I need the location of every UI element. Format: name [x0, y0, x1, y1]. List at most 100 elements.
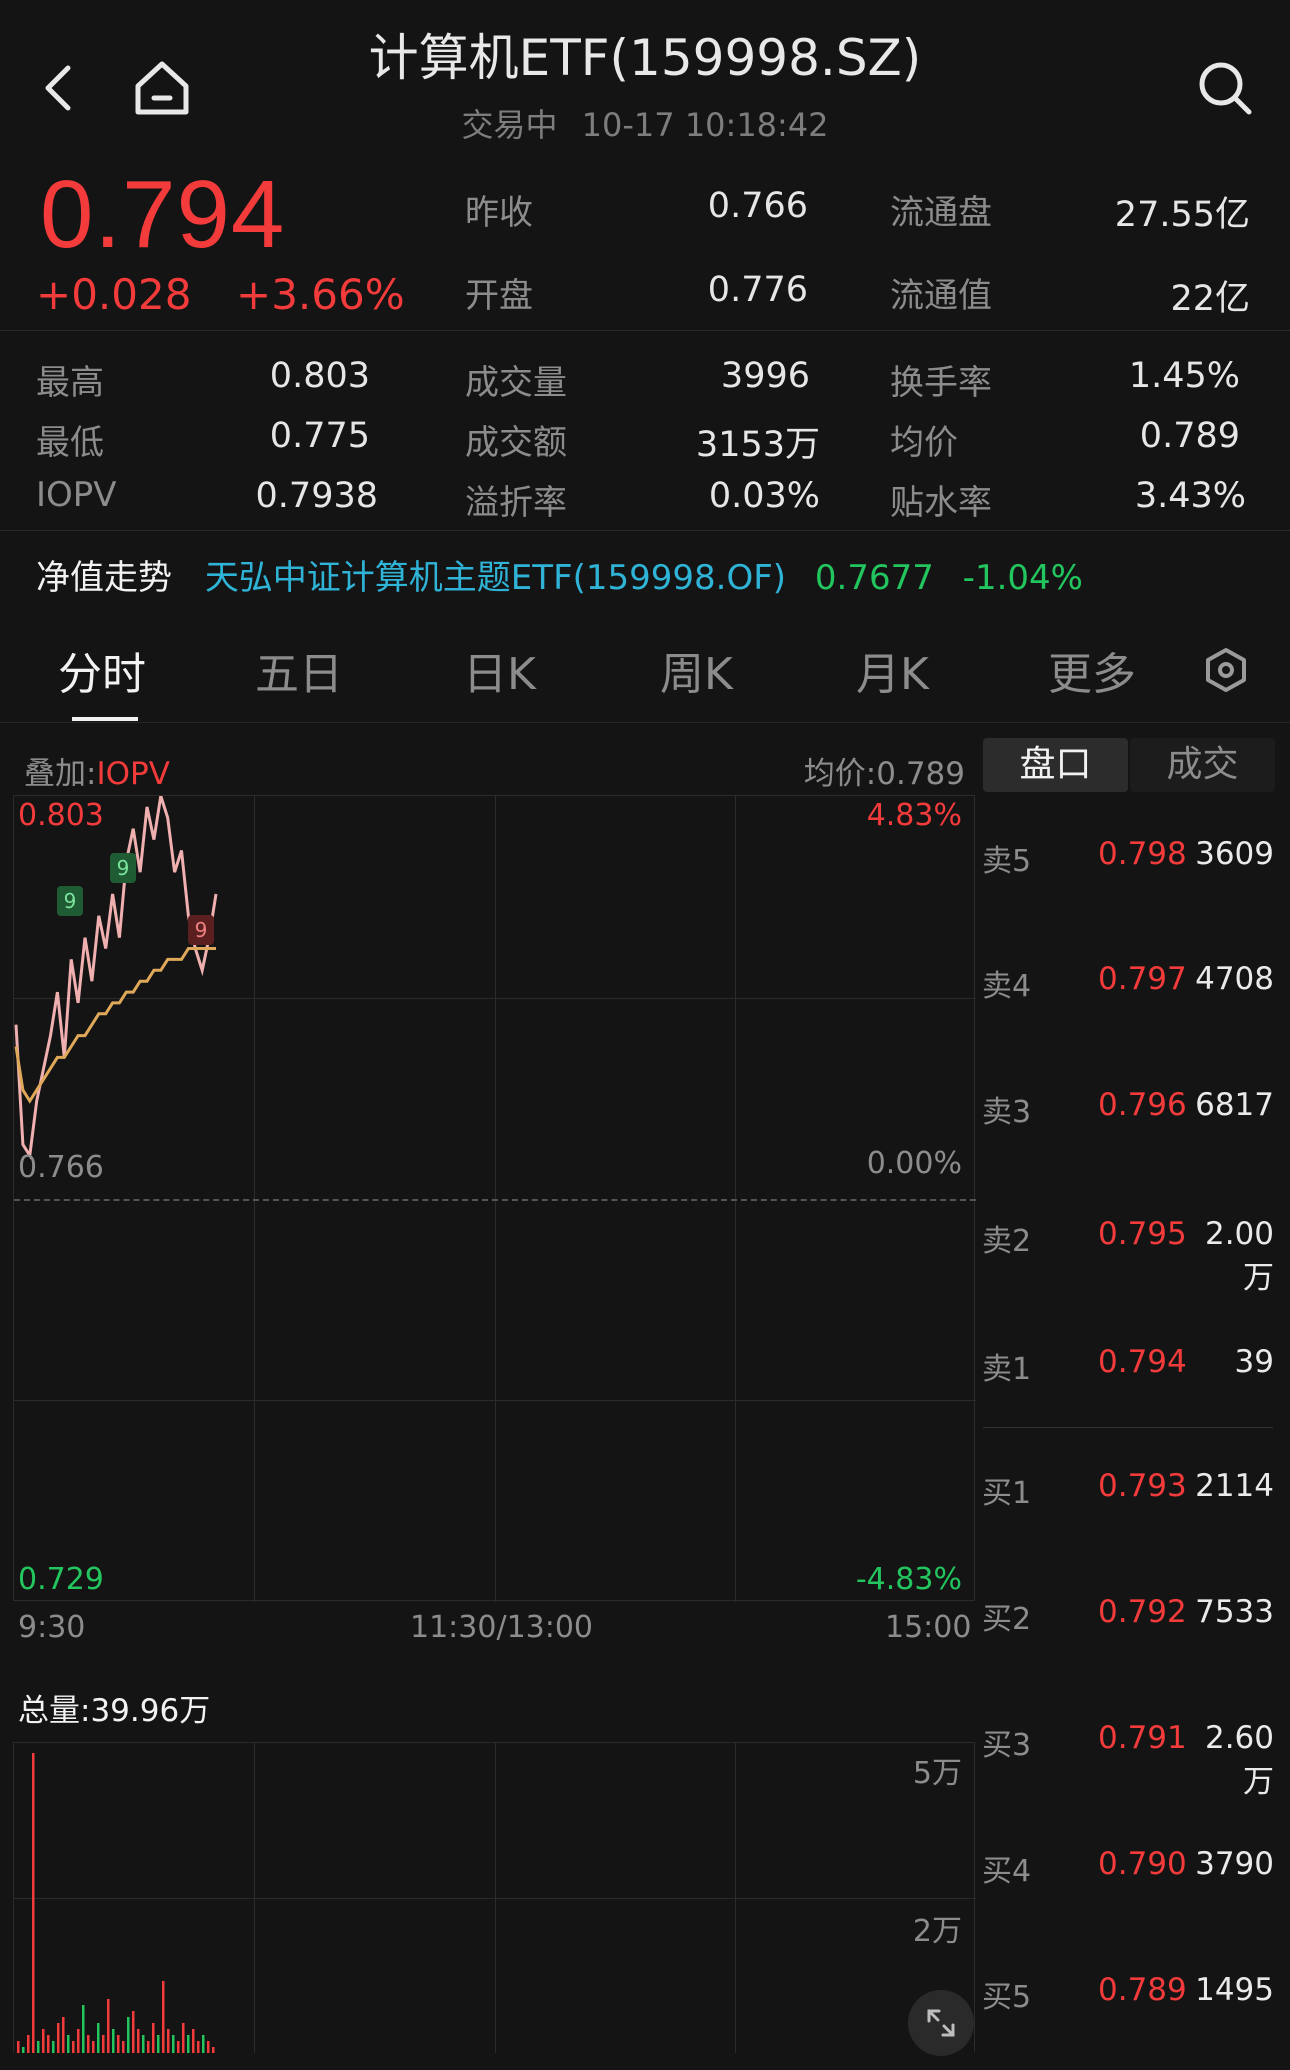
orderbook-row-buy[interactable]: 买3 0.791 2.60万	[982, 1720, 1278, 1800]
expand-chart-button[interactable]	[908, 1990, 974, 2056]
volume-bar	[27, 2035, 30, 2053]
volume-chart[interactable]	[13, 1742, 976, 2053]
stat-value-iopv: 0.7938	[255, 476, 378, 516]
orderbook-row-sell[interactable]: 卖5 0.798 3609	[982, 836, 1278, 879]
stat-label-iopv: IOPV	[36, 475, 117, 515]
pct-axis-mid: 0.00%	[866, 1146, 962, 1181]
orderbook-level-label: 买1	[982, 1476, 1032, 1511]
stat-label-volume: 成交量	[465, 363, 567, 403]
volume-bar	[207, 2041, 210, 2053]
price-chart[interactable]	[13, 795, 976, 1602]
pct-axis-top: 4.83%	[866, 798, 962, 833]
volume-bar	[92, 2041, 95, 2053]
orderbook-row-sell[interactable]: 卖1 0.794 39	[982, 1344, 1278, 1387]
tab-more[interactable]: 更多	[1048, 638, 1136, 702]
orderbook-volume: 4708	[1195, 961, 1274, 997]
orderbook-level-label: 买2	[982, 1602, 1032, 1637]
page-title: 计算机ETF(159998.SZ)	[368, 29, 922, 87]
signal-marker[interactable]: 9	[188, 915, 214, 945]
stat-label-avg-price: 均价	[890, 423, 958, 463]
orderbook-level-label: 买4	[982, 1854, 1032, 1889]
trading-status: 交易中	[461, 106, 558, 144]
tab-trades[interactable]: 成交	[1130, 738, 1275, 792]
search-button[interactable]	[1185, 48, 1265, 128]
x-axis-mid: 11:30/13:00	[410, 1610, 594, 1645]
overlay-label: 叠加:	[24, 756, 97, 792]
search-icon	[1199, 62, 1252, 115]
orderbook-row-buy[interactable]: 买2 0.792 7533	[982, 1594, 1278, 1637]
orderbook-level-label: 买3	[982, 1728, 1032, 1763]
signal-marker[interactable]: 9	[110, 853, 136, 883]
volume-bar	[187, 2035, 190, 2053]
orderbook-level-label: 卖5	[982, 844, 1032, 879]
volume-bar	[82, 2005, 85, 2053]
volume-bar	[52, 2041, 55, 2053]
orderbook-row-sell[interactable]: 卖3 0.796 6817	[982, 1087, 1278, 1130]
volume-bar	[147, 2041, 150, 2053]
orderbook-level-label: 卖4	[982, 969, 1032, 1004]
volume-bar	[182, 2023, 185, 2053]
orderbook-volume: 3609	[1195, 836, 1274, 872]
signal-marker[interactable]: 9	[57, 886, 83, 916]
tab-monthly-k[interactable]: 月K	[856, 638, 929, 702]
stat-label-premium: 溢折率	[465, 483, 567, 523]
tab-daily-k[interactable]: 日K	[463, 638, 536, 702]
orderbook-price: 0.798	[1098, 836, 1187, 872]
chart-settings-button[interactable]	[1186, 630, 1266, 710]
volume-bar	[112, 2029, 115, 2053]
volume-bar	[152, 2023, 155, 2053]
volume-bar	[87, 2035, 90, 2053]
stat-value-discount: 3.43%	[1134, 476, 1246, 516]
volume-bar	[62, 2017, 65, 2053]
stat-label-discount: 贴水率	[890, 483, 992, 523]
orderbook-level-label: 卖3	[982, 1095, 1032, 1130]
volume-tick-low: 2万	[912, 1914, 962, 1949]
nav-value: 0.7677	[814, 558, 934, 598]
volume-total: 总量:39.96万	[18, 1693, 211, 1729]
volume-bar	[97, 2023, 100, 2053]
stat-value-float-shares: 27.55亿	[1114, 195, 1250, 235]
volume-bar	[162, 1981, 165, 2053]
volume-bar	[137, 2029, 140, 2053]
y-axis-mid: 0.766	[18, 1150, 104, 1185]
orderbook-row-buy[interactable]: 买1 0.793 2114	[982, 1468, 1278, 1511]
orderbook-price: 0.796	[1098, 1087, 1187, 1123]
overlay-selector[interactable]: 叠加:IOPV	[24, 748, 170, 793]
volume-bar	[197, 2041, 200, 2053]
avg-price-label: 均价:0.789	[803, 756, 965, 792]
stat-label-high: 最高	[36, 363, 104, 403]
orderbook-row-buy[interactable]: 买5 0.789 1495	[982, 1972, 1278, 2015]
volume-bar	[212, 2047, 215, 2053]
orderbook-row-buy[interactable]: 买4 0.790 3790	[982, 1846, 1278, 1889]
avg-price-line	[14, 947, 216, 1104]
volume-bar	[22, 2047, 25, 2053]
volume-bar	[122, 2041, 125, 2053]
orderbook-volume: 2.00万	[1204, 1216, 1274, 1296]
orderbook-row-sell[interactable]: 卖4 0.797 4708	[982, 961, 1278, 1004]
nav-row[interactable]: 净值走势 天弘中证计算机主题ETF(159998.OF) 0.7677 -1.0…	[36, 550, 1083, 599]
orderbook-volume: 7533	[1195, 1594, 1274, 1630]
tab-weekly-k[interactable]: 周K	[660, 638, 733, 702]
price-change: +0.028	[36, 270, 192, 319]
tab-active-indicator	[72, 717, 138, 721]
nav-change-pct: -1.04%	[962, 558, 1083, 598]
volume-bars-svg	[17, 1753, 215, 2053]
tab-five-day[interactable]: 五日	[255, 638, 343, 702]
orderbook-price: 0.792	[1098, 1594, 1187, 1630]
orderbook-price: 0.791	[1098, 1720, 1187, 1756]
orderbook-volume: 1495	[1195, 1972, 1274, 2008]
volume-bar	[192, 2029, 195, 2053]
stat-value-prev-close: 0.766	[707, 186, 808, 226]
price-change-pct: +3.66%	[236, 270, 405, 319]
orderbook-volume: 39	[1234, 1344, 1274, 1380]
orderbook-row-sell[interactable]: 卖2 0.795 2.00万	[982, 1216, 1278, 1296]
volume-bar	[102, 2035, 105, 2053]
stat-value-open: 0.776	[707, 270, 808, 310]
volume-bar	[167, 2029, 170, 2053]
quote-datetime: 10-17 10:18:42	[581, 106, 829, 144]
tab-intraday[interactable]: 分时	[58, 638, 146, 702]
stat-value-premium: 0.03%	[708, 476, 820, 516]
volume-bar	[67, 2035, 70, 2053]
tab-orderbook[interactable]: 盘口	[983, 738, 1128, 792]
orderbook-volume: 3790	[1195, 1846, 1274, 1882]
